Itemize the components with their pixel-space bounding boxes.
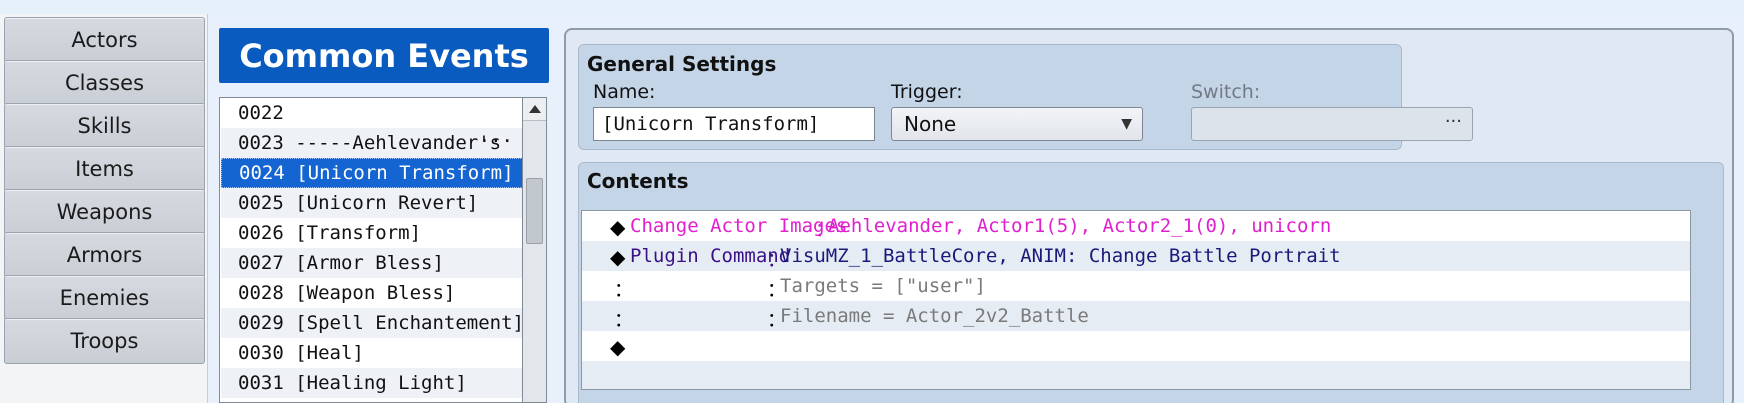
nav-skills-button[interactable]: Skills <box>4 103 205 149</box>
name-input[interactable]: [Unicorn Transform] <box>593 107 875 141</box>
nav-classes-button[interactable]: Classes <box>4 60 205 106</box>
command-row-blank <box>582 361 1690 389</box>
event-row[interactable]: 0027 [Armor Bless] <box>221 248 522 278</box>
event-row[interactable]: 0023 -----Aehlevander's ··· <box>221 128 522 158</box>
switch-label: Switch: <box>1191 81 1261 103</box>
event-list-scrollbar[interactable] <box>523 97 547 403</box>
nav-weapons-button[interactable]: Weapons <box>4 189 205 235</box>
event-name: [Spell Enchantement] <box>295 312 523 334</box>
event-id: 0026 <box>238 222 284 244</box>
event-id: 0029 <box>238 312 284 334</box>
event-id: 0025 <box>238 192 284 214</box>
event-id: 0027 <box>238 252 284 274</box>
switch-selector: ··· <box>1191 107 1473 141</box>
command-row[interactable]: ： ： Targets = ["user"] <box>582 271 1690 301</box>
event-name: [Armor Bless] <box>295 252 444 274</box>
event-row-selected[interactable]: 0024 [Unicorn Transform] <box>221 158 522 188</box>
window-top-bar <box>0 0 1744 14</box>
contents-title: Contents <box>587 169 689 193</box>
event-row[interactable]: 0031 [Healing Light] <box>221 368 522 398</box>
continuation-marker: ： <box>614 309 634 331</box>
scroll-thumb[interactable] <box>526 178 543 244</box>
event-name: [Unicorn Revert] <box>295 192 479 214</box>
dropdown-arrow-icon: ▼ <box>1121 116 1132 132</box>
event-row[interactable]: 0028 [Weapon Bless] <box>221 278 522 308</box>
command-args: Aehlevander, Actor1(5), Actor2_1(0), uni… <box>828 215 1332 237</box>
event-id: 0023 <box>238 132 284 154</box>
event-row[interactable]: 0029 [Spell Enchantement] <box>221 308 523 338</box>
diamond-icon: ◆ <box>610 215 626 239</box>
nav-armors-button[interactable]: Armors <box>4 232 205 278</box>
nav-enemies-button[interactable]: Enemies <box>4 275 205 321</box>
general-settings-group: General Settings Name: [Unicorn Transfor… <box>578 44 1473 150</box>
command-args: Filename = Actor_2v2_Battle <box>780 305 1089 327</box>
event-name: [Heal] <box>295 342 364 364</box>
event-id: 0022 <box>238 102 284 124</box>
trigger-select[interactable]: None ▼ <box>891 107 1143 141</box>
command-row-empty[interactable]: ◆ <box>582 331 1690 361</box>
common-event-list[interactable]: 0022 0023 -----Aehlevander's ··· 0024 [U… <box>219 97 523 403</box>
trigger-label: Trigger: <box>891 81 963 103</box>
event-name: [Weapon Bless] <box>295 282 456 304</box>
nav-troops-button[interactable]: Troops <box>4 318 205 364</box>
triangle-up-icon <box>528 105 541 113</box>
event-name: [Unicorn Transform] <box>296 162 514 184</box>
event-command-list[interactable]: ◆ Change Actor Images ： Aehlevander, Act… <box>581 210 1691 390</box>
command-row[interactable]: ◆ Plugin Command ： VisuMZ_1_BattleCore, … <box>582 241 1690 271</box>
common-events-title: Common Events <box>219 28 549 83</box>
event-name: [Transform] <box>295 222 422 244</box>
scroll-up-button[interactable] <box>523 98 546 121</box>
common-event-editor: General Settings Name: [Unicorn Transfor… <box>564 28 1734 403</box>
event-id: 0028 <box>238 282 284 304</box>
event-id: 0031 <box>238 372 284 394</box>
command-args: VisuMZ_1_BattleCore, ANIM: Change Battle… <box>780 245 1341 267</box>
event-row[interactable]: 0030 [Heal] <box>221 338 522 368</box>
more-dots-icon: ··· <box>1444 111 1462 132</box>
database-nav: Actors Classes Skills Items Weapons Armo… <box>0 14 208 403</box>
diamond-icon: ◆ <box>610 245 626 269</box>
event-row[interactable]: 0025 [Unicorn Revert] <box>221 188 522 218</box>
event-row[interactable]: 0026 [Transform] <box>221 218 522 248</box>
event-id: 0030 <box>238 342 284 364</box>
event-row[interactable]: 0022 <box>221 98 522 128</box>
command-args: Targets = ["user"] <box>780 275 986 297</box>
diamond-icon: ◆ <box>610 335 626 359</box>
command-row[interactable]: ： ： Filename = Actor_2v2_Battle <box>582 301 1690 331</box>
event-name: -----Aehlevander's <box>295 132 502 154</box>
event-id: 0024 <box>239 162 285 184</box>
continuation-marker: ： <box>614 279 634 301</box>
name-label: Name: <box>593 81 656 103</box>
trigger-value: None <box>904 112 957 136</box>
event-name: [Healing Light] <box>295 372 467 394</box>
truncation-ellipsis: ··· <box>478 130 513 152</box>
nav-actors-button[interactable]: Actors <box>4 17 205 63</box>
nav-items-button[interactable]: Items <box>4 146 205 192</box>
command-row[interactable]: ◆ Change Actor Images ： Aehlevander, Act… <box>582 211 1690 241</box>
general-settings-title: General Settings <box>587 52 777 76</box>
